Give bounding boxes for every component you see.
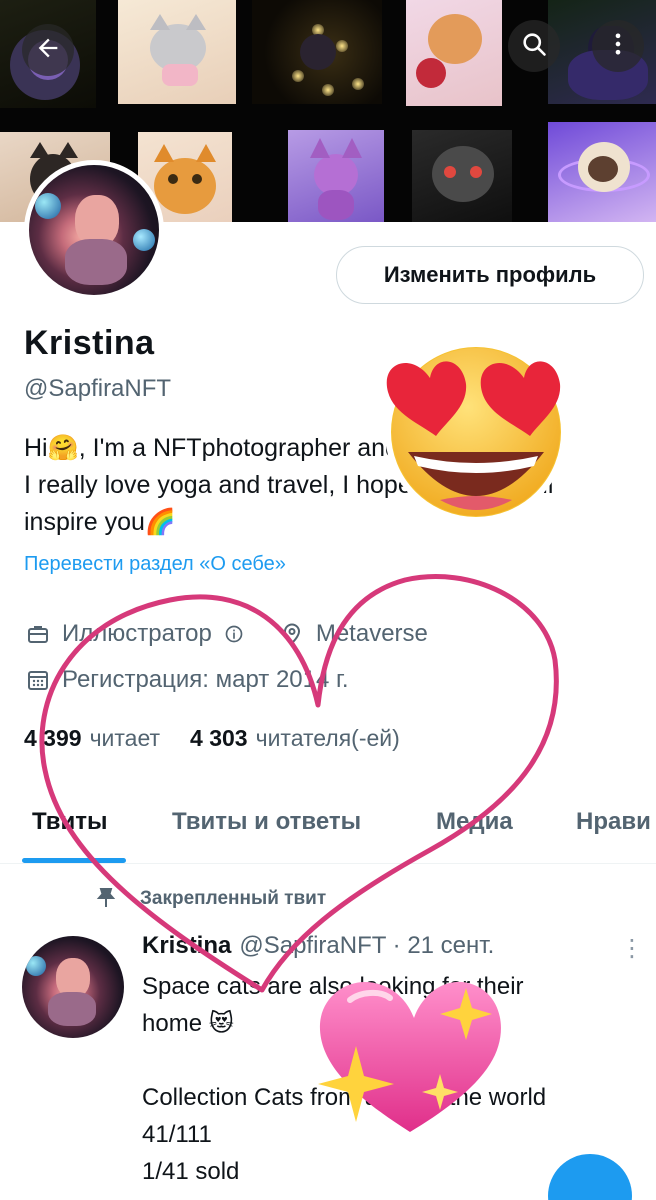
following-label: читает [89, 725, 161, 751]
arrow-left-icon [34, 34, 62, 67]
tab-tweets-and-replies[interactable]: Твиты и ответы [172, 808, 361, 836]
tab-likes[interactable]: Нрави [576, 808, 651, 836]
edit-profile-button[interactable]: Изменить профиль [336, 246, 644, 304]
search-icon [520, 30, 548, 63]
more-vertical-icon [604, 30, 632, 63]
tab-media[interactable]: Медиа [436, 808, 513, 836]
tweet-author-avatar[interactable] [22, 936, 124, 1038]
banner-artwork [252, 0, 382, 104]
translate-bio-link[interactable]: Перевести раздел «О себе» [24, 553, 286, 576]
more-options-button[interactable] [592, 20, 644, 72]
profession-text: Иллюстратор [62, 620, 212, 647]
tweet-author-name[interactable]: Kristina [142, 932, 231, 960]
tweet-text: Space cats are also looking for their ho… [142, 973, 547, 1185]
active-tab-indicator [22, 858, 126, 863]
banner-artwork [118, 0, 236, 104]
followers-count: 4 303 [190, 725, 248, 751]
search-button[interactable] [508, 20, 560, 72]
banner-artwork [548, 122, 656, 222]
profile-meta-row: Иллюстратор Metaverse [24, 620, 428, 648]
tab-tweets[interactable]: Твиты [32, 808, 108, 836]
calendar-icon [24, 666, 52, 694]
followers-link[interactable]: 4 303 читателя(-ей) [190, 725, 400, 752]
profile-handle: @SapfiraNFT [24, 375, 172, 402]
following-link[interactable]: 4 399 читает [24, 725, 160, 752]
back-button[interactable] [22, 24, 74, 76]
banner-artwork [288, 130, 384, 222]
location-text: Metaverse [315, 620, 428, 647]
pin-icon [94, 886, 120, 912]
info-icon[interactable] [220, 620, 248, 648]
briefcase-icon [24, 620, 52, 648]
tweet-handle-date: @SapfiraNFT · 21 сент. [239, 932, 495, 959]
profile-bio: Hi🤗, I'm a NFTphotographer and digital a… [24, 434, 554, 536]
pinned-label-text: Закрепленный твит [140, 888, 327, 909]
tweet-more-icon[interactable]: ⋮ [620, 934, 644, 963]
pinned-tweet-label: Закрепленный твит [94, 886, 326, 912]
profile-name: Kristina [24, 324, 155, 362]
banner-artwork [412, 130, 512, 222]
followers-label: читателя(-ей) [255, 725, 400, 751]
follow-stats: 4 399 читает 4 303 читателя(-ей) [24, 725, 430, 752]
profile-meta-row: Регистрация: март 2014 г. [24, 666, 349, 694]
following-count: 4 399 [24, 725, 82, 751]
profile-avatar[interactable] [24, 160, 164, 300]
join-date-text: Регистрация: март 2014 г. [62, 666, 349, 693]
banner-artwork [406, 0, 502, 106]
tweet-header: Kristina @SapfiraNFT · 21 сент. [142, 932, 494, 960]
profile-tabs: Твиты Твиты и ответы Медиа Нрави [0, 800, 656, 864]
location-pin-icon [278, 620, 306, 648]
